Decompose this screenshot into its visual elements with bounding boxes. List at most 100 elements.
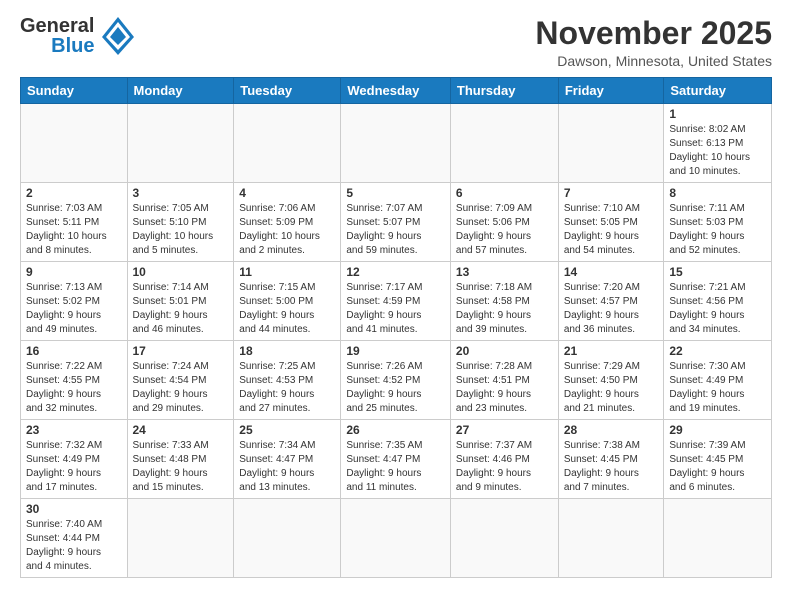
calendar-cell xyxy=(234,499,341,578)
day-info: Sunrise: 7:30 AM Sunset: 4:49 PM Dayligh… xyxy=(669,360,766,416)
calendar-cell: 12 Sunrise: 7:17 AM Sunset: 4:59 PM Dayli… xyxy=(341,262,451,341)
day-number: 24 xyxy=(133,423,229,437)
day-info: Sunrise: 7:28 AM Sunset: 4:51 PM Dayligh… xyxy=(456,360,553,416)
day-info: Sunrise: 7:37 AM Sunset: 4:46 PM Dayligh… xyxy=(456,439,553,495)
calendar-page: General Blue November 2025 Dawson, Minne… xyxy=(0,0,792,612)
day-number: 28 xyxy=(564,423,659,437)
calendar-cell: 13 Sunrise: 7:18 AM Sunset: 4:58 PM Dayli… xyxy=(450,262,558,341)
header-sunday: Sunday xyxy=(21,78,128,104)
day-info: Sunrise: 7:32 AM Sunset: 4:49 PM Dayligh… xyxy=(26,439,122,495)
calendar-cell: 9 Sunrise: 7:13 AM Sunset: 5:02 PM Daylig… xyxy=(21,262,128,341)
day-info: Sunrise: 7:26 AM Sunset: 4:52 PM Dayligh… xyxy=(346,360,445,416)
calendar-cell xyxy=(450,499,558,578)
calendar-week-6: 30 Sunrise: 7:40 AM Sunset: 4:44 PM Dayli… xyxy=(21,499,772,578)
day-info: Sunrise: 7:33 AM Sunset: 4:48 PM Dayligh… xyxy=(133,439,229,495)
weekday-header-row: Sunday Monday Tuesday Wednesday Thursday… xyxy=(21,78,772,104)
day-number: 3 xyxy=(133,186,229,200)
day-info: Sunrise: 7:13 AM Sunset: 5:02 PM Dayligh… xyxy=(26,281,122,337)
calendar-cell: 1Sunrise: 8:02 AM Sunset: 6:13 PM Daylig… xyxy=(664,104,772,183)
calendar-cell xyxy=(341,104,451,183)
calendar-week-4: 16 Sunrise: 7:22 AM Sunset: 4:55 PM Dayli… xyxy=(21,341,772,420)
calendar-table: Sunday Monday Tuesday Wednesday Thursday… xyxy=(20,77,772,578)
day-number: 8 xyxy=(669,186,766,200)
header-wednesday: Wednesday xyxy=(341,78,451,104)
day-info: Sunrise: 7:38 AM Sunset: 4:45 PM Dayligh… xyxy=(564,439,659,495)
calendar-cell: 25Sunrise: 7:34 AM Sunset: 4:47 PM Dayli… xyxy=(234,420,341,499)
header-tuesday: Tuesday xyxy=(234,78,341,104)
day-number: 7 xyxy=(564,186,659,200)
day-info: Sunrise: 7:17 AM Sunset: 4:59 PM Dayligh… xyxy=(346,281,445,337)
header: General Blue November 2025 Dawson, Minne… xyxy=(20,16,772,69)
day-number: 30 xyxy=(26,502,122,516)
day-info: Sunrise: 7:18 AM Sunset: 4:58 PM Dayligh… xyxy=(456,281,553,337)
calendar-week-5: 23 Sunrise: 7:32 AM Sunset: 4:49 PM Dayli… xyxy=(21,420,772,499)
day-number: 17 xyxy=(133,344,229,358)
day-number: 10 xyxy=(133,265,229,279)
logo-icon xyxy=(102,17,134,55)
calendar-cell: 3 Sunrise: 7:05 AM Sunset: 5:10 PM Daylig… xyxy=(127,183,234,262)
day-info: Sunrise: 7:07 AM Sunset: 5:07 PM Dayligh… xyxy=(346,202,445,258)
calendar-cell: 2Sunrise: 7:03 AM Sunset: 5:11 PM Daylig… xyxy=(21,183,128,262)
calendar-cell: 4Sunrise: 7:06 AM Sunset: 5:09 PM Daylig… xyxy=(234,183,341,262)
day-number: 12 xyxy=(346,265,445,279)
day-info: Sunrise: 7:03 AM Sunset: 5:11 PM Dayligh… xyxy=(26,202,122,258)
day-number: 23 xyxy=(26,423,122,437)
day-info: Sunrise: 7:25 AM Sunset: 4:53 PM Dayligh… xyxy=(239,360,335,416)
month-title: November 2025 xyxy=(535,16,772,51)
day-number: 4 xyxy=(239,186,335,200)
day-info: Sunrise: 7:29 AM Sunset: 4:50 PM Dayligh… xyxy=(564,360,659,416)
day-info: Sunrise: 7:09 AM Sunset: 5:06 PM Dayligh… xyxy=(456,202,553,258)
calendar-cell xyxy=(234,104,341,183)
day-number: 9 xyxy=(26,265,122,279)
calendar-cell xyxy=(450,104,558,183)
calendar-cell: 11 Sunrise: 7:15 AM Sunset: 5:00 PM Dayli… xyxy=(234,262,341,341)
calendar-cell: 26 Sunrise: 7:35 AM Sunset: 4:47 PM Dayli… xyxy=(341,420,451,499)
calendar-cell: 29 Sunrise: 7:39 AM Sunset: 4:45 PM Dayli… xyxy=(664,420,772,499)
day-number: 27 xyxy=(456,423,553,437)
calendar-cell: 30 Sunrise: 7:40 AM Sunset: 4:44 PM Dayli… xyxy=(21,499,128,578)
day-number: 6 xyxy=(456,186,553,200)
calendar-cell: 23 Sunrise: 7:32 AM Sunset: 4:49 PM Dayli… xyxy=(21,420,128,499)
calendar-cell: 21 Sunrise: 7:29 AM Sunset: 4:50 PM Dayli… xyxy=(558,341,664,420)
calendar-cell: 20 Sunrise: 7:28 AM Sunset: 4:51 PM Dayli… xyxy=(450,341,558,420)
day-number: 29 xyxy=(669,423,766,437)
day-number: 26 xyxy=(346,423,445,437)
calendar-cell xyxy=(127,104,234,183)
day-number: 22 xyxy=(669,344,766,358)
day-info: Sunrise: 7:21 AM Sunset: 4:56 PM Dayligh… xyxy=(669,281,766,337)
title-block: November 2025 Dawson, Minnesota, United … xyxy=(535,16,772,69)
calendar-cell: 22 Sunrise: 7:30 AM Sunset: 4:49 PM Dayli… xyxy=(664,341,772,420)
day-number: 20 xyxy=(456,344,553,358)
day-number: 11 xyxy=(239,265,335,279)
day-info: Sunrise: 7:22 AM Sunset: 4:55 PM Dayligh… xyxy=(26,360,122,416)
calendar-cell: 17Sunrise: 7:24 AM Sunset: 4:54 PM Dayli… xyxy=(127,341,234,420)
day-number: 16 xyxy=(26,344,122,358)
day-number: 14 xyxy=(564,265,659,279)
day-info: Sunrise: 7:40 AM Sunset: 4:44 PM Dayligh… xyxy=(26,518,122,574)
header-saturday: Saturday xyxy=(664,78,772,104)
calendar-cell xyxy=(21,104,128,183)
day-number: 21 xyxy=(564,344,659,358)
day-info: Sunrise: 7:34 AM Sunset: 4:47 PM Dayligh… xyxy=(239,439,335,495)
header-friday: Friday xyxy=(558,78,664,104)
header-monday: Monday xyxy=(127,78,234,104)
calendar-cell: 8Sunrise: 7:11 AM Sunset: 5:03 PM Daylig… xyxy=(664,183,772,262)
calendar-cell: 10Sunrise: 7:14 AM Sunset: 5:01 PM Dayli… xyxy=(127,262,234,341)
day-info: Sunrise: 7:39 AM Sunset: 4:45 PM Dayligh… xyxy=(669,439,766,495)
day-number: 15 xyxy=(669,265,766,279)
day-info: Sunrise: 7:35 AM Sunset: 4:47 PM Dayligh… xyxy=(346,439,445,495)
day-number: 13 xyxy=(456,265,553,279)
calendar-cell xyxy=(558,104,664,183)
calendar-cell: 18Sunrise: 7:25 AM Sunset: 4:53 PM Dayli… xyxy=(234,341,341,420)
calendar-cell: 27 Sunrise: 7:37 AM Sunset: 4:46 PM Dayli… xyxy=(450,420,558,499)
calendar-cell: 6 Sunrise: 7:09 AM Sunset: 5:06 PM Daylig… xyxy=(450,183,558,262)
calendar-cell: 16 Sunrise: 7:22 AM Sunset: 4:55 PM Dayli… xyxy=(21,341,128,420)
logo-blue-text: Blue xyxy=(51,36,94,56)
calendar-cell: 7Sunrise: 7:10 AM Sunset: 5:05 PM Daylig… xyxy=(558,183,664,262)
day-info: Sunrise: 7:05 AM Sunset: 5:10 PM Dayligh… xyxy=(133,202,229,258)
day-info: Sunrise: 7:15 AM Sunset: 5:00 PM Dayligh… xyxy=(239,281,335,337)
calendar-cell xyxy=(664,499,772,578)
calendar-cell: 14Sunrise: 7:20 AM Sunset: 4:57 PM Dayli… xyxy=(558,262,664,341)
header-thursday: Thursday xyxy=(450,78,558,104)
calendar-cell xyxy=(341,499,451,578)
